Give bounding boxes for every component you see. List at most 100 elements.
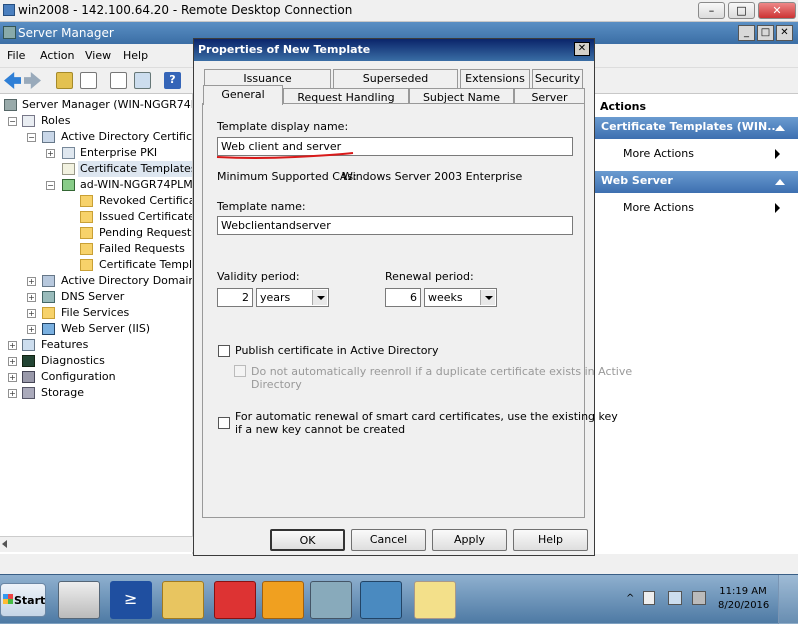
- apply-button[interactable]: Apply: [432, 529, 507, 551]
- tab-general[interactable]: General: [203, 85, 283, 105]
- validity-number-input[interactable]: 2: [217, 288, 253, 307]
- tab-security[interactable]: Security: [532, 69, 583, 88]
- enterprise-pki-icon: [62, 147, 75, 159]
- forward-icon[interactable]: [24, 72, 41, 89]
- server-manager-icon: [3, 26, 16, 39]
- office-taskbar-icon[interactable]: [262, 581, 304, 619]
- tree-item-server-manager[interactable]: Server Manager (WIN-NGGR74PLM: [22, 97, 192, 113]
- menu-help[interactable]: Help: [123, 49, 148, 62]
- dns-icon: [42, 291, 55, 303]
- tree-item-revoked[interactable]: Revoked Certificate: [99, 193, 192, 209]
- dropdown-arrow-icon[interactable]: [312, 290, 327, 305]
- collapse-up-icon[interactable]: [775, 125, 785, 131]
- tree-item-failed[interactable]: Failed Requests: [99, 241, 185, 257]
- flag-icon[interactable]: [643, 591, 655, 605]
- collapse-icon[interactable]: −: [27, 133, 36, 142]
- tab-extensions[interactable]: Extensions: [460, 69, 530, 88]
- tree-item-dns[interactable]: DNS Server: [61, 289, 124, 305]
- tree-item-iis[interactable]: Web Server (IIS): [61, 321, 150, 337]
- collapse-icon[interactable]: −: [46, 181, 55, 190]
- tree-item-certificate-templates[interactable]: Certificate Templates (W: [78, 161, 192, 177]
- cancel-button[interactable]: Cancel: [351, 529, 426, 551]
- collapse-up-icon[interactable]: [775, 179, 785, 185]
- help-button[interactable]: Help: [513, 529, 588, 551]
- actions-section-certificate-templates[interactable]: Certificate Templates (WIN...: [595, 117, 798, 139]
- expand-icon[interactable]: +: [27, 277, 36, 286]
- template-name-input[interactable]: Webclientandserver: [217, 216, 573, 235]
- up-folder-icon[interactable]: [56, 72, 73, 89]
- show-hide-tree-icon[interactable]: [80, 72, 97, 89]
- more-actions-item[interactable]: More Actions: [623, 201, 694, 214]
- rdp-minimize-button[interactable]: –: [698, 2, 725, 19]
- actions-section-title: Certificate Templates (WIN...: [601, 120, 780, 133]
- sm-minimize-button[interactable]: _: [738, 25, 755, 41]
- clock-date[interactable]: 8/20/2016: [718, 600, 769, 611]
- notes-taskbar-icon[interactable]: [414, 581, 456, 619]
- tree-horizontal-scrollbar[interactable]: [0, 536, 193, 552]
- publish-checkbox[interactable]: [218, 345, 230, 357]
- help-icon[interactable]: ?: [164, 72, 181, 89]
- expand-icon[interactable]: +: [8, 389, 17, 398]
- folder-icon: [80, 227, 93, 239]
- tree-item-configuration[interactable]: Configuration: [41, 369, 116, 385]
- volume-icon[interactable]: [692, 591, 706, 605]
- actions-section-web-server[interactable]: Web Server: [595, 171, 798, 193]
- scroll-left-icon[interactable]: [2, 540, 7, 548]
- network-taskbar-icon[interactable]: [310, 581, 352, 619]
- expand-icon[interactable]: +: [8, 357, 17, 366]
- sm-maximize-button[interactable]: □: [757, 25, 774, 41]
- server-tools-taskbar-icon[interactable]: [360, 581, 402, 619]
- toolbox-taskbar-icon[interactable]: [214, 581, 256, 619]
- tree-item-storage[interactable]: Storage: [41, 385, 84, 401]
- expand-icon[interactable]: +: [46, 149, 55, 158]
- renewal-unit-select[interactable]: weeks: [424, 288, 497, 307]
- tree-item-roles[interactable]: Roles: [41, 113, 70, 129]
- dialog-close-button[interactable]: ✕: [574, 42, 590, 56]
- tree-item-issued[interactable]: Issued Certificates: [99, 209, 192, 225]
- dialog-title: Properties of New Template: [198, 43, 371, 56]
- menu-file[interactable]: File: [7, 49, 25, 62]
- expand-icon[interactable]: +: [8, 373, 17, 382]
- tab-superseded-templates[interactable]: Superseded Templates: [333, 69, 458, 102]
- rdp-maximize-button[interactable]: □: [728, 2, 755, 19]
- folder-icon: [80, 195, 93, 207]
- server-manager-taskbar-icon[interactable]: [58, 581, 100, 619]
- tree-item-ad-certificate[interactable]: Active Directory Certificate: [61, 129, 192, 145]
- ok-button[interactable]: OK: [270, 529, 345, 551]
- show-hidden-icons[interactable]: ^: [626, 593, 634, 604]
- tree-item-pending[interactable]: Pending Requests: [99, 225, 192, 241]
- expand-icon[interactable]: +: [27, 325, 36, 334]
- tree-item-features[interactable]: Features: [41, 337, 88, 353]
- sm-close-button[interactable]: ✕: [776, 25, 793, 41]
- dropdown-arrow-icon[interactable]: [480, 290, 495, 305]
- general-tab-panel: Template display name: Web client and se…: [202, 103, 632, 518]
- menu-action[interactable]: Action: [40, 49, 74, 62]
- expand-icon[interactable]: +: [27, 309, 36, 318]
- export-icon[interactable]: [134, 72, 151, 89]
- tree-item-cert-template-folder[interactable]: Certificate Template: [99, 257, 192, 273]
- start-button[interactable]: Start: [0, 583, 46, 617]
- clock-time[interactable]: 11:19 AM: [718, 586, 768, 597]
- tree-item-diagnostics[interactable]: Diagnostics: [41, 353, 105, 369]
- menu-view[interactable]: View: [85, 49, 111, 62]
- powershell-taskbar-icon[interactable]: ≥: [110, 581, 152, 619]
- tree-item-ca[interactable]: ad-WIN-NGGR74PLMM4: [80, 177, 192, 193]
- properties-icon[interactable]: [110, 72, 127, 89]
- validity-unit-select[interactable]: years: [256, 288, 329, 307]
- tree-item-ad-domain[interactable]: Active Directory Domain Se: [61, 273, 192, 289]
- actions-footer: [594, 554, 798, 574]
- rdp-close-button[interactable]: ✕: [758, 2, 796, 19]
- smartcard-checkbox[interactable]: [218, 417, 230, 429]
- show-desktop-button[interactable]: [778, 575, 798, 624]
- dialog-title-bar: Properties of New Template ✕: [194, 39, 594, 61]
- back-icon[interactable]: [4, 72, 21, 89]
- tree-item-enterprise-pki[interactable]: Enterprise PKI: [80, 145, 157, 161]
- more-actions-item[interactable]: More Actions: [623, 147, 694, 160]
- expand-icon[interactable]: +: [8, 341, 17, 350]
- tree-item-file-services[interactable]: File Services: [61, 305, 129, 321]
- explorer-taskbar-icon[interactable]: [162, 581, 204, 619]
- renewal-number-input[interactable]: 6: [385, 288, 421, 307]
- network-icon[interactable]: [668, 591, 682, 605]
- expand-icon[interactable]: +: [27, 293, 36, 302]
- collapse-icon[interactable]: −: [8, 117, 17, 126]
